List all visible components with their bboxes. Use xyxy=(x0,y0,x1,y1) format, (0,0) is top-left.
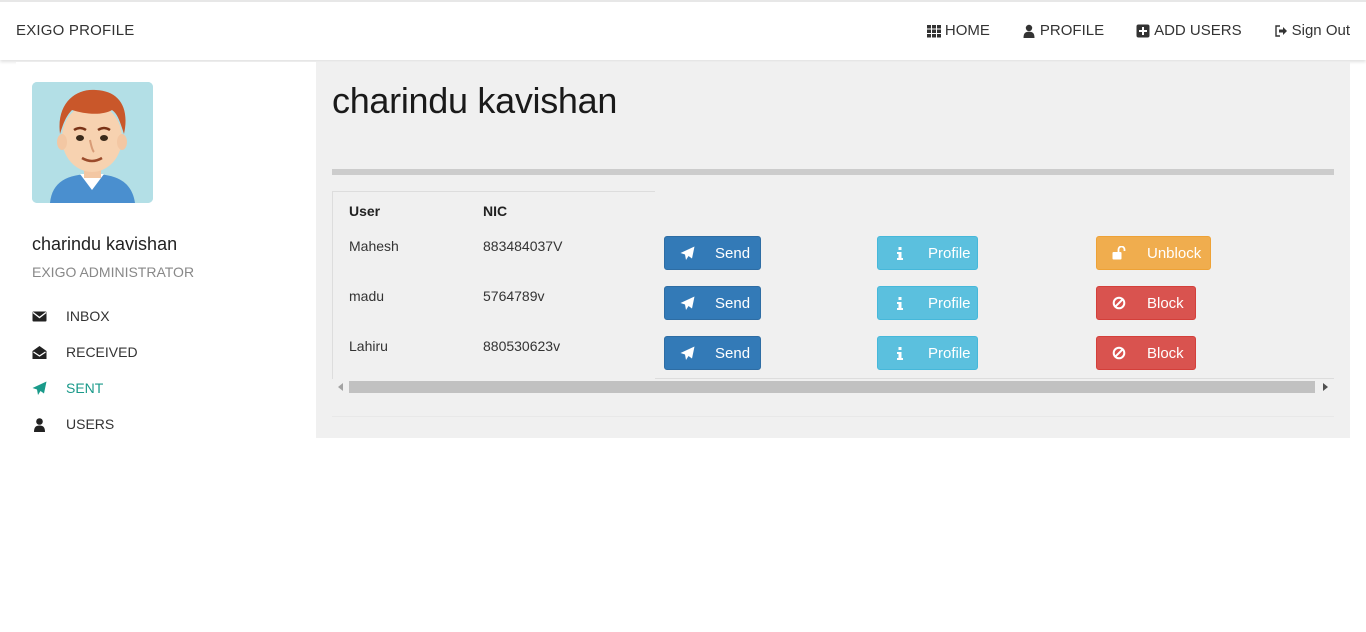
user-icon xyxy=(1023,24,1035,38)
ban-icon xyxy=(1111,345,1127,361)
sidebar-item-inbox[interactable]: INBOX xyxy=(32,298,292,334)
sidebar-item-users[interactable]: USERS xyxy=(32,406,292,442)
unlock-icon xyxy=(1111,245,1127,261)
block-button[interactable]: Block xyxy=(1096,336,1196,370)
sidebar-item-label: RECEIVED xyxy=(66,344,138,360)
grid-icon xyxy=(926,24,941,37)
envelope-open-icon xyxy=(32,345,66,360)
nav-profile-label: PROFILE xyxy=(1039,22,1105,39)
profile-button[interactable]: Profile xyxy=(877,286,978,320)
profile-button[interactable]: Profile xyxy=(877,336,978,370)
users-table: User NIC Mahesh 883484037V Send Profile … xyxy=(332,191,1334,379)
table-cell-user: Mahesh xyxy=(349,238,399,254)
page-title: charindu kavishan xyxy=(332,80,618,121)
send-button-label: Send xyxy=(715,244,751,262)
sidebar-user-name: charindu kavishan xyxy=(32,234,178,254)
ban-icon xyxy=(1111,295,1127,311)
info-icon xyxy=(892,345,908,361)
sign-out-icon xyxy=(1274,24,1287,37)
nav-home-label: HOME xyxy=(944,22,990,39)
scrollbar-thumb[interactable] xyxy=(349,381,1315,393)
profile-button-label: Profile xyxy=(928,344,971,362)
envelope-icon xyxy=(32,309,66,324)
sidebar-item-sent[interactable]: SENT xyxy=(32,370,292,406)
paper-plane-icon xyxy=(679,295,695,311)
send-button[interactable]: Send xyxy=(664,286,761,320)
profile-button-label: Profile xyxy=(928,244,971,262)
avatar-illustration xyxy=(32,82,153,203)
brand-link[interactable]: EXIGO PROFILE xyxy=(16,22,134,39)
table-cell-nic: 5764789v xyxy=(483,288,545,304)
table-cell-user: Lahiru xyxy=(349,338,388,354)
nav-add-users[interactable]: ADD USERS xyxy=(1136,22,1242,39)
main-nav: HOME PROFILE ADD USERS Sign Out xyxy=(926,22,1350,39)
paper-plane-icon xyxy=(679,345,695,361)
scroll-right-arrow-icon[interactable] xyxy=(1323,383,1328,391)
table-cell-nic: 883484037V xyxy=(483,238,563,254)
column-header-user: User xyxy=(349,203,381,219)
nav-profile[interactable]: PROFILE xyxy=(1022,22,1104,39)
profile-button[interactable]: Profile xyxy=(877,236,978,270)
info-icon xyxy=(892,295,908,311)
nav-home[interactable]: HOME xyxy=(926,22,990,39)
sidebar-item-received[interactable]: RECEIVED xyxy=(32,334,292,370)
nav-add-users-label: ADD USERS xyxy=(1154,22,1242,39)
table-cell-user: madu xyxy=(349,288,385,304)
table-bottom-border xyxy=(655,378,1334,379)
divider xyxy=(332,416,1334,417)
unblock-button-label: Unblock xyxy=(1147,244,1202,262)
send-button[interactable]: Send xyxy=(664,336,761,370)
send-button[interactable]: Send xyxy=(664,236,761,270)
scroll-left-arrow-icon[interactable] xyxy=(338,383,343,391)
block-button-label: Block xyxy=(1147,294,1184,312)
send-button-label: Send xyxy=(715,344,751,362)
profile-button-label: Profile xyxy=(928,294,971,312)
user-icon xyxy=(32,417,66,432)
paper-plane-icon xyxy=(679,245,695,261)
sidebar-user-role: EXIGO ADMINISTRATOR xyxy=(32,264,195,280)
horizontal-scrollbar[interactable] xyxy=(332,380,1334,394)
sidebar-item-label: INBOX xyxy=(66,308,110,324)
sidebar-item-label: USERS xyxy=(66,416,115,432)
avatar xyxy=(32,82,153,203)
nav-sign-out-label: Sign Out xyxy=(1291,22,1350,39)
info-icon xyxy=(892,245,908,261)
sidebar-menu: INBOX RECEIVED SENT USERS xyxy=(32,298,292,442)
top-navbar: EXIGO PROFILE HOME PROFILE ADD USERS Sig… xyxy=(0,0,1366,60)
paper-plane-icon xyxy=(32,381,66,396)
unblock-button[interactable]: Unblock xyxy=(1096,236,1211,270)
divider xyxy=(332,169,1334,175)
column-header-nic: NIC xyxy=(483,203,508,219)
block-button[interactable]: Block xyxy=(1096,286,1196,320)
plus-square-icon xyxy=(1136,24,1150,37)
table-cell-nic: 880530623v xyxy=(483,338,561,354)
sidebar: charindu kavishan EXIGO ADMINISTRATOR IN… xyxy=(16,62,316,438)
sidebar-item-label: SENT xyxy=(66,380,104,396)
block-button-label: Block xyxy=(1147,344,1184,362)
main-content: charindu kavishan User NIC Mahesh 883484… xyxy=(316,62,1350,438)
send-button-label: Send xyxy=(715,294,751,312)
nav-sign-out[interactable]: Sign Out xyxy=(1274,22,1350,39)
